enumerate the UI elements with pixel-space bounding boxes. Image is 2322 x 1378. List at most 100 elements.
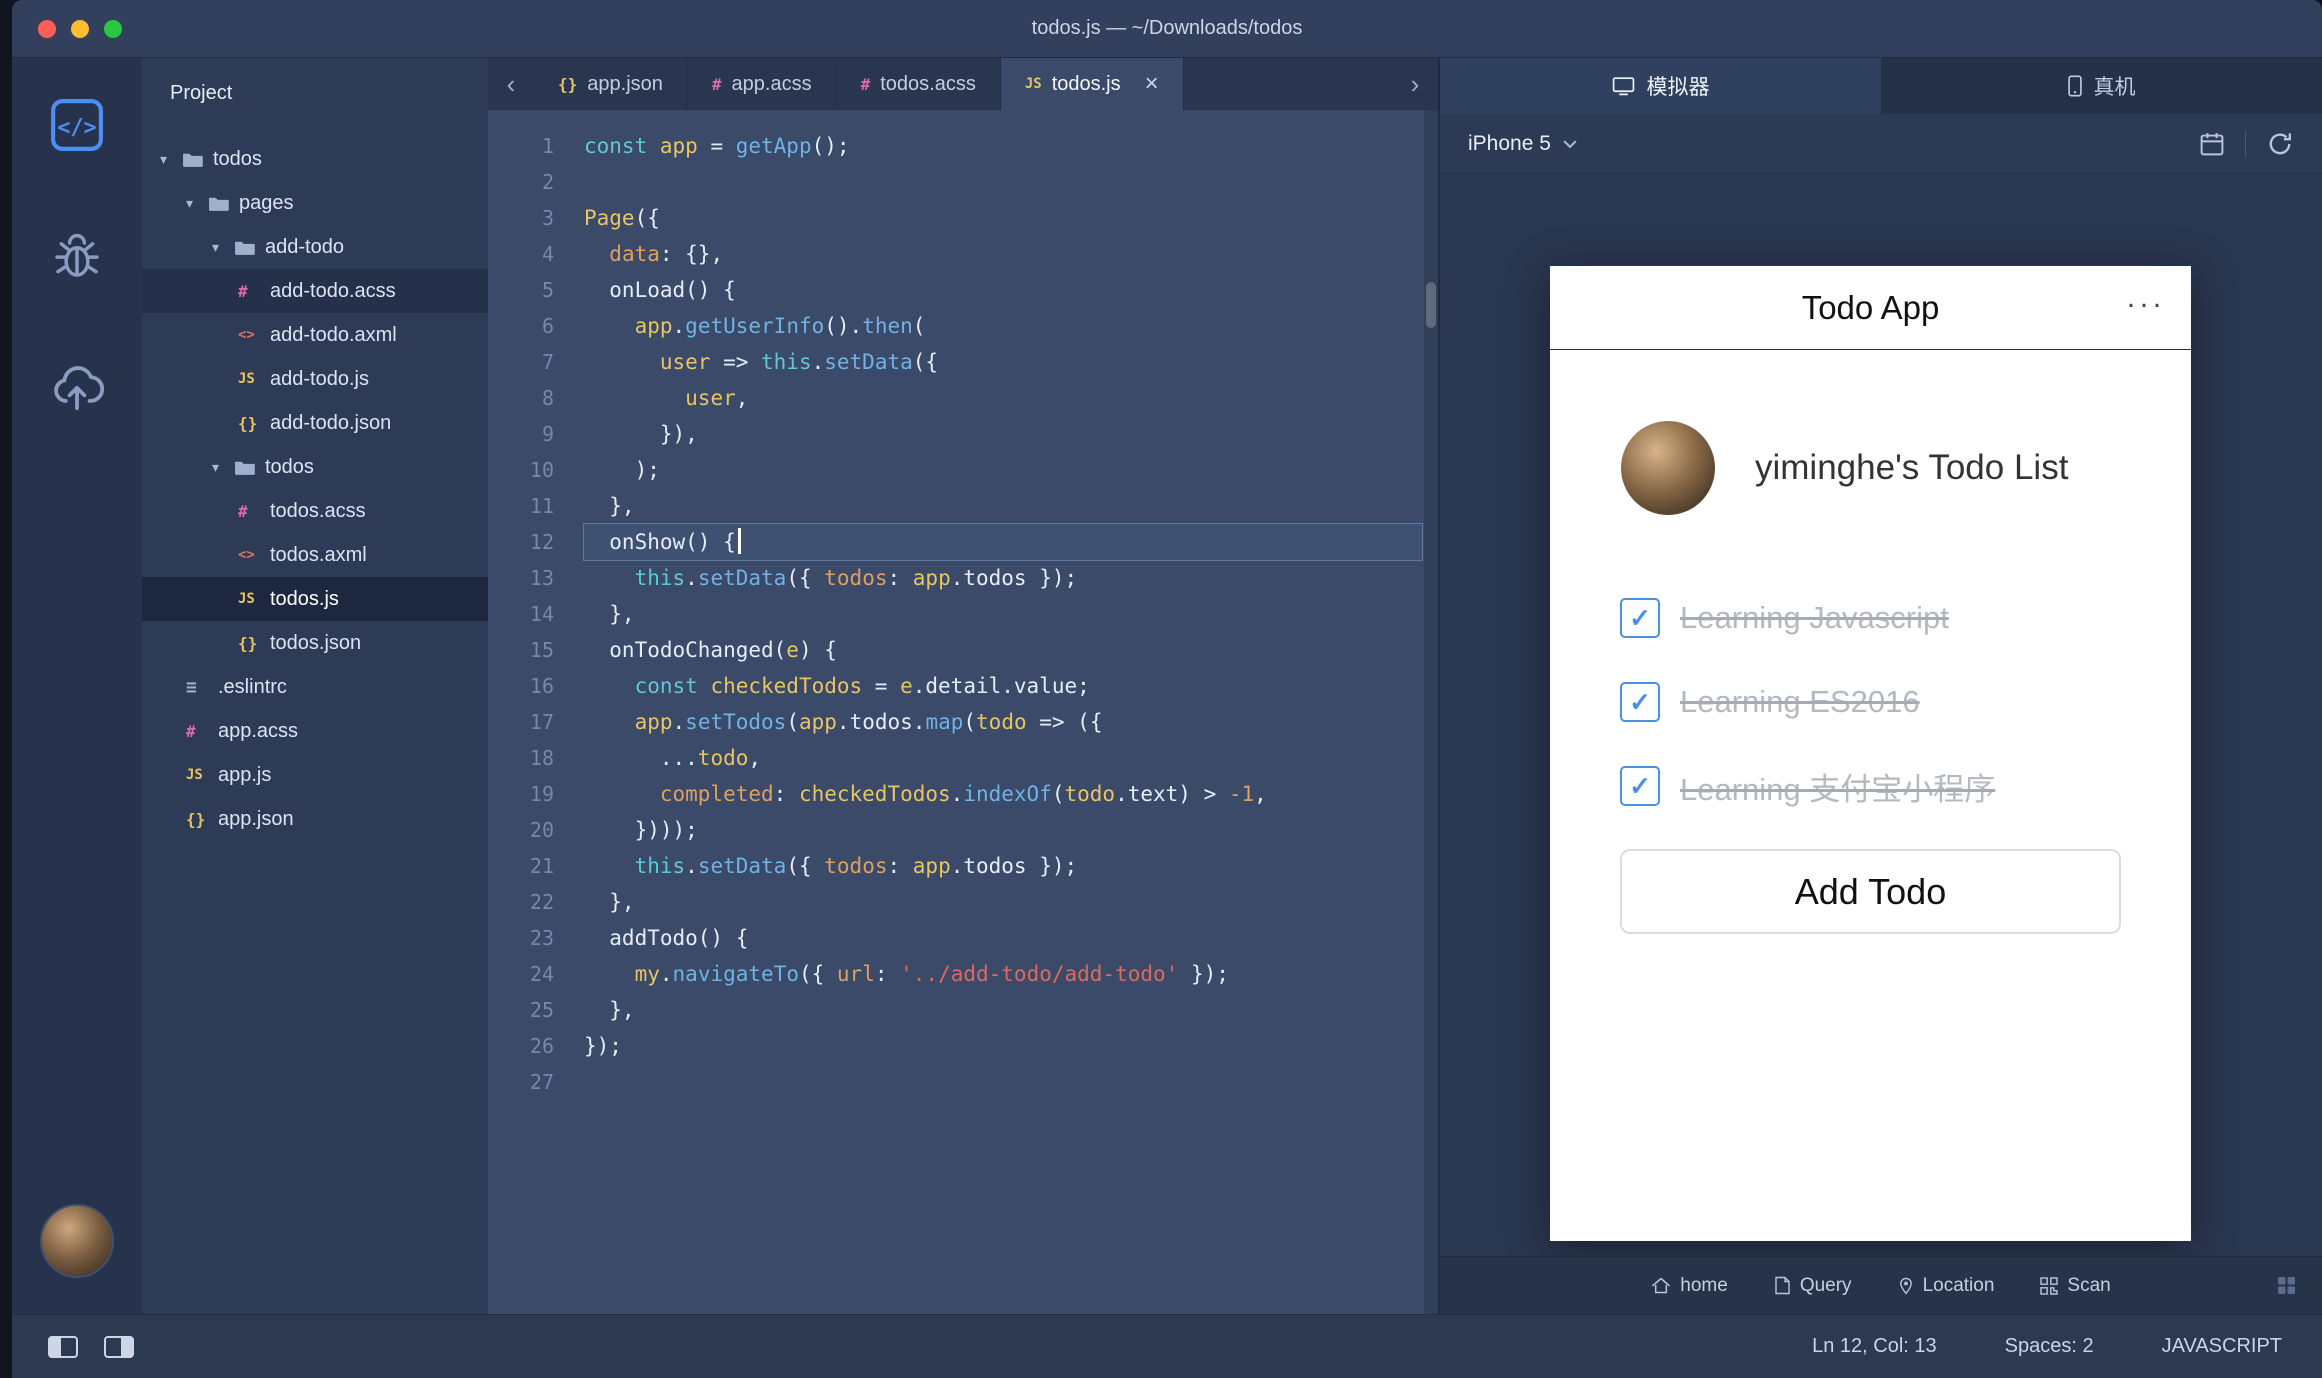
folder-icon [234, 239, 255, 256]
code-line-13[interactable]: 13 this.setData({ todos: app.todos }); [488, 560, 1438, 596]
code-line-18[interactable]: 18 ...todo, [488, 740, 1438, 776]
tabs-scroll-left-button[interactable]: ‹ [488, 58, 534, 110]
tree-item-label: add-todo.js [270, 367, 369, 390]
code-line-10[interactable]: 10 ); [488, 452, 1438, 488]
close-window-button[interactable] [38, 19, 56, 38]
tree-file-todos.acss[interactable]: # todos.acss [142, 489, 488, 533]
tree-file-add-todo.js[interactable]: JS add-todo.js [142, 357, 488, 401]
code-line-8[interactable]: 8 user, [488, 380, 1438, 416]
minimize-window-button[interactable] [71, 19, 89, 38]
code-line-14[interactable]: 14 }, [488, 596, 1438, 632]
chevron-down-icon[interactable]: ▾ [186, 195, 208, 212]
code-line-22[interactable]: 22 }, [488, 884, 1438, 920]
app-header: Todo App ··· [1550, 266, 2191, 350]
tree-file-.eslintrc[interactable]: ≡ .eslintrc [142, 665, 488, 709]
todo-checkbox[interactable]: ✓ [1620, 682, 1660, 722]
code-line-21[interactable]: 21 this.setData({ todos: app.todos }); [488, 848, 1438, 884]
code-line-12[interactable]: 12 onShow() { [488, 524, 1438, 560]
code-line-25[interactable]: 25 }, [488, 992, 1438, 1028]
tab-app.acss[interactable]: # app.acss [688, 58, 837, 110]
axml-file-icon: <> [238, 547, 255, 563]
code-text: ...todo, [584, 746, 762, 770]
device-selector[interactable]: iPhone 5 [1468, 132, 1577, 156]
code-line-4[interactable]: 4 data: {}, [488, 236, 1438, 272]
add-todo-button[interactable]: Add Todo [1620, 849, 2121, 934]
code-line-7[interactable]: 7 user => this.setData({ [488, 344, 1438, 380]
simulator-toolbar: iPhone 5 [1440, 114, 2322, 174]
tree-file-add-todo.acss[interactable]: # add-todo.acss [142, 269, 488, 313]
tab-todos.js[interactable]: JS todos.js × [1000, 58, 1184, 110]
scrollbar-thumb[interactable] [1426, 282, 1436, 328]
code-line-11[interactable]: 11 }, [488, 488, 1438, 524]
traffic-lights [38, 19, 122, 38]
toggle-panel-button[interactable] [104, 1335, 134, 1358]
code-line-2[interactable]: 2 [488, 164, 1438, 200]
tree-folder-pages[interactable]: ▾ pages [142, 181, 488, 225]
footer-home-button[interactable]: home [1651, 1275, 1728, 1297]
tab-label: app.acss [731, 72, 812, 95]
project-files-icon[interactable]: </> [50, 98, 104, 152]
debug-bug-icon[interactable] [51, 230, 103, 282]
tree-file-app.json[interactable]: {} app.json [142, 797, 488, 841]
tree-file-todos.js[interactable]: JS todos.js [142, 577, 488, 621]
code-text: const app = getApp(); [584, 134, 850, 158]
simulator-tab-真机[interactable]: 真机 [1881, 58, 2322, 114]
code-line-1[interactable]: 1 const app = getApp(); [488, 128, 1438, 164]
tree-folder-todos[interactable]: ▾ todos [142, 137, 488, 181]
line-number: 14 [529, 602, 554, 626]
footer-query-button[interactable]: Query [1774, 1275, 1852, 1297]
code-line-20[interactable]: 20 }))); [488, 812, 1438, 848]
user-avatar[interactable] [40, 1204, 114, 1278]
code-line-5[interactable]: 5 onLoad() { [488, 272, 1438, 308]
todo-checkbox[interactable]: ✓ [1620, 766, 1660, 806]
code-line-23[interactable]: 23 addTodo() { [488, 920, 1438, 956]
code-area[interactable]: 1 const app = getApp(); 2 3 Page({4 data: {}… [488, 110, 1438, 1314]
acss-file-icon: # [711, 74, 722, 94]
zoom-window-button[interactable] [104, 19, 122, 38]
todo-text: Learning Javascript [1680, 600, 1949, 635]
cloud-upload-icon[interactable] [50, 360, 104, 414]
code-line-3[interactable]: 3 Page({ [488, 200, 1438, 236]
chevron-down-icon[interactable]: ▾ [212, 239, 234, 256]
code-line-9[interactable]: 9 }), [488, 416, 1438, 452]
code-line-16[interactable]: 16 const checkedTodos = e.detail.value; [488, 668, 1438, 704]
code-line-27[interactable]: 27 [488, 1064, 1438, 1100]
footer-location-button[interactable]: Location [1898, 1275, 1994, 1297]
panel-toggles [48, 1335, 134, 1358]
chevron-down-icon[interactable]: ▾ [160, 151, 182, 168]
tree-file-add-todo.json[interactable]: {} add-todo.json [142, 401, 488, 445]
tab-app.json[interactable]: {} app.json [534, 58, 688, 110]
code-line-19[interactable]: 19 completed: checkedTodos.indexOf(todo.… [488, 776, 1438, 812]
refresh-button[interactable] [2266, 130, 2294, 158]
tree-file-app.acss[interactable]: # app.acss [142, 709, 488, 753]
editor-scrollbar[interactable] [1424, 110, 1438, 1314]
code-line-17[interactable]: 17 app.setTodos(app.todos.map(todo => ({ [488, 704, 1438, 740]
close-tab-icon[interactable]: × [1145, 72, 1159, 96]
todo-checkbox[interactable]: ✓ [1620, 598, 1660, 638]
code-line-24[interactable]: 24 my.navigateTo({ url: '../add-todo/add… [488, 956, 1438, 992]
tree-folder-add-todo[interactable]: ▾ add-todo [142, 225, 488, 269]
grid-layout-icon[interactable] [2277, 1276, 2296, 1295]
code-text: user => this.setData({ [659, 350, 939, 374]
js-file-icon: JS [238, 371, 255, 387]
tab-todos.acss[interactable]: # todos.acss [837, 58, 1001, 110]
simulator-tab-模拟器[interactable]: 模拟器 [1440, 58, 1881, 114]
tree-file-todos.axml[interactable]: <> todos.axml [142, 533, 488, 577]
tree-file-add-todo.axml[interactable]: <> add-todo.axml [142, 313, 488, 357]
tree-folder-todos[interactable]: ▾ todos [142, 445, 488, 489]
indentation[interactable]: Spaces: 2 [2005, 1335, 2094, 1358]
calendar-icon[interactable] [2199, 131, 2225, 157]
chevron-down-icon[interactable]: ▾ [212, 459, 234, 476]
cursor-position[interactable]: Ln 12, Col: 13 [1812, 1335, 1937, 1358]
footer-scan-button[interactable]: Scan [2040, 1275, 2111, 1297]
app-menu-button[interactable]: ··· [2126, 287, 2165, 321]
code-line-26[interactable]: 26}); [488, 1028, 1438, 1064]
language-mode[interactable]: JAVASCRIPT [2162, 1335, 2282, 1358]
code-line-15[interactable]: 15 onTodoChanged(e) { [488, 632, 1438, 668]
toggle-sidebar-button[interactable] [48, 1335, 78, 1358]
tree-file-todos.json[interactable]: {} todos.json [142, 621, 488, 665]
code-line-6[interactable]: 6 app.getUserInfo().then( [488, 308, 1438, 344]
tree-file-app.js[interactable]: JS app.js [142, 753, 488, 797]
tabs-scroll-right-button[interactable]: › [1392, 58, 1438, 110]
